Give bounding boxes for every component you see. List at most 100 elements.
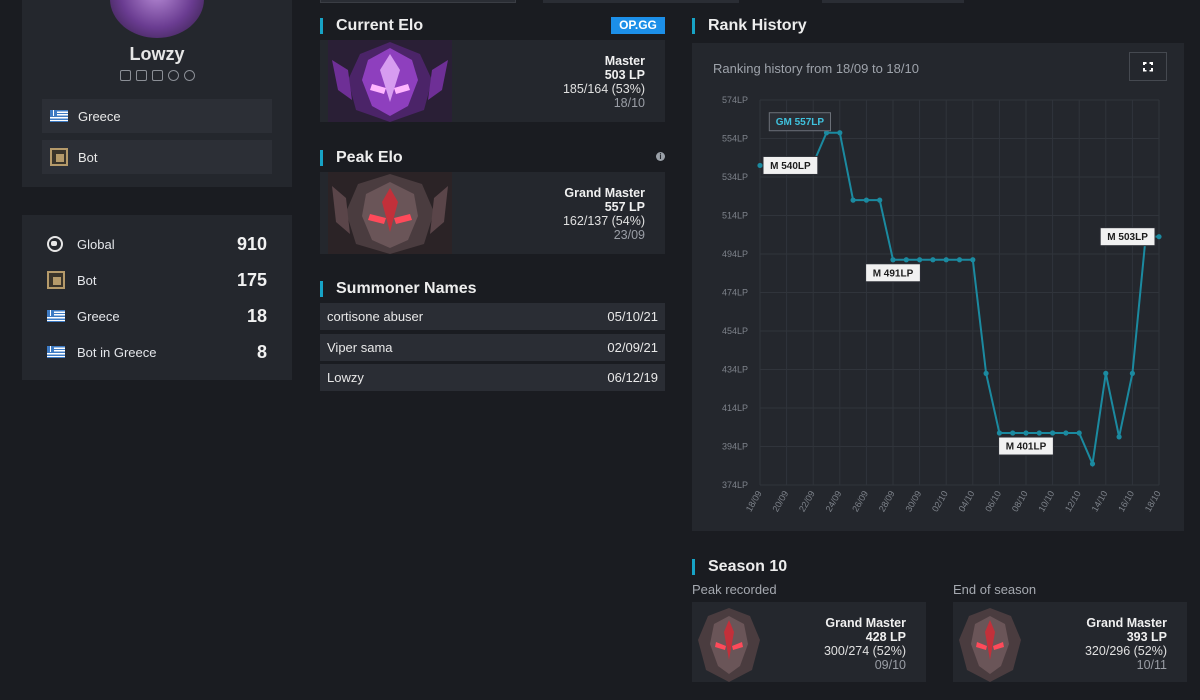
tier-label: Master — [604, 54, 645, 68]
x-tick-label: 04/10 — [957, 489, 977, 514]
ranking-value: 175 — [236, 269, 267, 290]
peak-elo-title: Peak Elo — [320, 149, 403, 167]
data-point — [863, 197, 869, 203]
y-tick-label: 514LP — [722, 211, 748, 221]
summoner-name: Lowzy — [327, 370, 364, 385]
summoner-name-row: Lowzy 06/12/19 — [320, 364, 665, 391]
data-point — [1156, 234, 1162, 240]
tier-label: Grand Master — [825, 616, 906, 630]
x-tick-label: 14/10 — [1090, 489, 1110, 514]
twitch-icon[interactable] — [135, 70, 147, 81]
current-elo-info: Master 503 LP 185/164 (53%) 18/10 — [563, 54, 645, 110]
tier-label: Grand Master — [564, 186, 645, 200]
winrate-label: 185/164 (53%) — [562, 82, 645, 96]
data-point — [1103, 370, 1109, 376]
chart-annotation-label: M 503LP — [1107, 232, 1148, 243]
date-label: 09/10 — [874, 658, 906, 672]
data-point — [850, 197, 856, 203]
y-tick-label: 554LP — [722, 134, 748, 144]
chart-annotation-label: M 491LP — [873, 268, 914, 279]
x-tick-label: 30/09 — [903, 489, 923, 514]
twitter-icon[interactable] — [119, 70, 131, 81]
profile-name: Lowzy — [129, 44, 185, 64]
peak-elo-card: Grand Master 557 LP 162/137 (54%) 23/09 — [320, 172, 665, 254]
lp-label: 393 LP — [1126, 630, 1167, 644]
info-icon[interactable]: i — [656, 152, 665, 161]
chart-annotation-label: M 540LP — [770, 161, 811, 172]
grandmaster-crest-icon — [694, 606, 764, 682]
ranking-row-bot: Bot 175 — [47, 268, 267, 292]
trophy-icon[interactable] — [183, 70, 195, 81]
grandmaster-crest-icon — [955, 606, 1025, 682]
tier-label: Grand Master — [1086, 616, 1167, 630]
x-tick-label: 06/10 — [983, 489, 1003, 514]
season-end-info: Grand Master 393 LP 320/296 (52%) 10/11 — [1085, 616, 1167, 672]
discord-icon[interactable] — [167, 70, 179, 81]
data-point — [930, 257, 936, 263]
data-point — [1089, 461, 1096, 467]
bot-role-icon — [47, 271, 65, 289]
x-tick-label: 16/10 — [1116, 489, 1136, 514]
x-tick-label: 12/10 — [1063, 489, 1083, 514]
summoner-name-date: 06/12/19 — [607, 370, 658, 385]
ranking-row-bot-in-greece: Bot in Greece 8 — [47, 340, 267, 364]
data-point — [943, 257, 949, 263]
end-of-season-label: End of season — [953, 582, 1037, 597]
data-point — [917, 257, 923, 263]
opgg-link[interactable]: OP.GG — [611, 17, 665, 34]
greece-flag-icon — [47, 310, 65, 322]
summoner-name-row: cortisone abuser 05/10/21 — [320, 303, 665, 330]
top-tab-strip — [822, 0, 964, 3]
data-point — [1050, 430, 1056, 436]
grandmaster-crest-icon — [328, 172, 452, 254]
ranking-label: Greece — [77, 308, 120, 324]
data-point — [757, 162, 763, 169]
x-tick-label: 10/10 — [1036, 489, 1056, 514]
season-end-card: Grand Master 393 LP 320/296 (52%) 10/11 — [953, 602, 1187, 682]
rank-history-chart: 574LP 554LP 534LP 514LP 494LP 474LP 454LP 434LP… — [722, 95, 1163, 514]
date-label: 18/10 — [613, 96, 645, 110]
master-crest-icon — [328, 40, 452, 122]
ranking-label: Bot — [77, 272, 97, 288]
x-tick-label: 18/10 — [1143, 489, 1163, 514]
rank-history-panel: Ranking history from 18/09 to 18/10 574L… — [692, 43, 1184, 531]
facebook-icon[interactable] — [151, 70, 163, 81]
current-elo-card: Master 503 LP 185/164 (53%) 18/10 — [320, 40, 665, 122]
season-peak-card: Grand Master 428 LP 300/274 (52%) 09/10 — [692, 602, 926, 682]
y-tick-label: 394LP — [722, 442, 748, 452]
peak-recorded-label: Peak recorded — [692, 582, 777, 597]
data-point — [956, 257, 963, 263]
y-tick-label: 474LP — [722, 288, 748, 298]
greece-flag-icon — [50, 110, 68, 122]
lp-label: 503 LP — [604, 68, 645, 82]
ranking-value: 18 — [246, 305, 267, 326]
x-tick-label: 24/09 — [824, 489, 844, 514]
summoner-name-row: Viper sama 02/09/21 — [320, 334, 665, 361]
ranking-label: Global — [77, 236, 115, 252]
lp-label: 428 LP — [865, 630, 906, 644]
x-tick-label: 18/09 — [744, 489, 764, 514]
x-tick-label: 28/09 — [877, 489, 897, 514]
y-tick-label: 414LP — [722, 403, 748, 413]
y-tick-label: 434LP — [722, 365, 748, 375]
role-label: Bot — [78, 149, 98, 165]
y-tick-label: 454LP — [722, 326, 748, 336]
winrate-label: 300/274 (52%) — [823, 644, 906, 658]
ranking-row-greece: Greece 18 — [47, 304, 267, 328]
summoner-name-date: 02/09/21 — [607, 340, 658, 355]
summoner-name-date: 05/10/21 — [607, 309, 658, 324]
data-point — [1129, 370, 1135, 376]
y-tick-label: 374LP — [722, 480, 748, 490]
x-tick-label: 20/09 — [770, 489, 790, 514]
date-label: 10/11 — [1136, 658, 1167, 672]
data-point — [1116, 434, 1122, 440]
data-point — [903, 257, 909, 263]
greece-flag-icon — [47, 346, 65, 358]
country-label: Greece — [78, 108, 121, 124]
current-elo-title: Current Elo — [320, 17, 423, 35]
winrate-label: 320/296 (52%) — [1084, 644, 1167, 658]
winrate-label: 162/137 (54%) — [562, 214, 645, 228]
role-tag: Bot — [42, 140, 272, 174]
ranking-row-global: Global 910 — [47, 232, 267, 256]
data-point — [890, 257, 896, 263]
